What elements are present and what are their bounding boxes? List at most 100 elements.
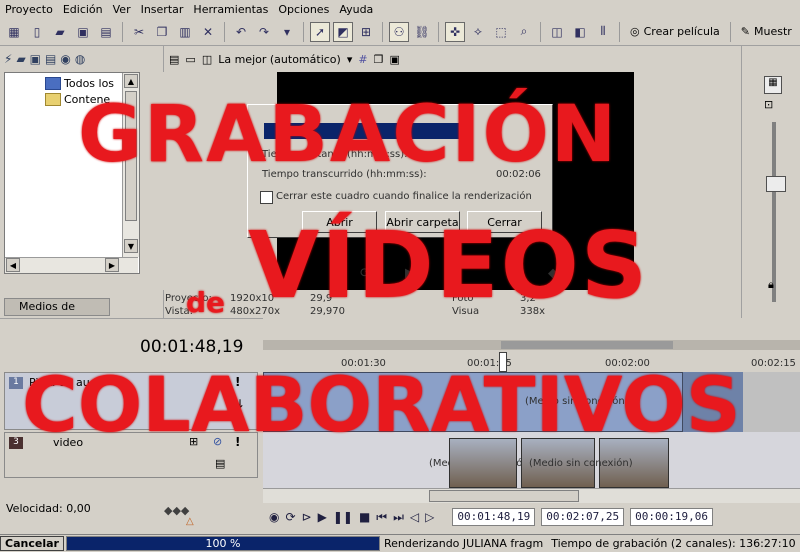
new-project-icon[interactable]: ▦ xyxy=(4,22,24,42)
record-icon[interactable]: ◉ xyxy=(269,510,279,524)
envelope-tool-icon[interactable]: ◩ xyxy=(333,21,353,42)
region-icon[interactable]: ◧ xyxy=(570,22,590,42)
overlay-title-line3: COLABORATIVOS xyxy=(22,360,741,449)
tree-item-all[interactable]: Todos los xyxy=(45,77,119,90)
go-to-start-icon[interactable]: ⏮ xyxy=(376,510,387,525)
track-lane-1-empty xyxy=(743,372,800,432)
snapping-icon[interactable]: ✜ xyxy=(445,21,465,42)
close-when-done-checkbox[interactable] xyxy=(260,191,273,204)
show-label: Muestr xyxy=(754,25,792,38)
timecode-end[interactable]: 00:02:07,25 xyxy=(541,508,625,526)
transport-bar: ◉ ⟳ ⊳ ▶ ❚❚ ■ ⏮ ⏭ ◁ ▷ 00:01:48,19 00:02:0… xyxy=(263,505,800,529)
pause-icon[interactable]: ❚❚ xyxy=(333,510,353,524)
menu-herramientas[interactable]: Herramientas xyxy=(188,3,273,16)
overlay-title-line1: GRABACIÓN xyxy=(78,90,619,180)
timecode-length[interactable]: 00:00:19,06 xyxy=(630,508,713,526)
view-icon[interactable]: ▤ xyxy=(45,52,56,66)
save-snapshot-icon[interactable]: ▣ xyxy=(389,53,399,66)
zoom-icon[interactable]: ⌕ xyxy=(514,22,534,42)
delete-icon[interactable]: ✕ xyxy=(198,22,218,42)
scroll-left-icon[interactable]: ◀ xyxy=(6,258,20,272)
scroll-right-icon[interactable]: ▶ xyxy=(105,258,119,272)
normal-edit-tool-icon[interactable]: ➚ xyxy=(310,21,330,42)
speed-label: Velocidad: 0,00 xyxy=(6,502,91,515)
save-icon[interactable]: ▣ xyxy=(73,22,93,42)
composite-icon[interactable]: ▤ xyxy=(215,457,225,470)
main-toolbar: ▦ ▯ ▰ ▣ ▤ ✂ ❐ ▥ ✕ ↶ ↷ ▾ ➚ ◩ ⊞ ⚇ ⛓ ✜ ⟡ ⬚ … xyxy=(0,18,800,46)
render-status-text: Renderizando JULIANA fragm xyxy=(384,537,544,550)
monitor-icon[interactable]: ▭ xyxy=(185,53,195,66)
history-icon[interactable]: ▾ xyxy=(277,22,297,42)
cd-icon[interactable]: ◉ xyxy=(60,52,70,66)
shuttle-pointer-icon[interactable]: △ xyxy=(186,516,194,527)
timecode-current[interactable]: 00:01:48,19 xyxy=(452,508,536,526)
menu-ver[interactable]: Ver xyxy=(108,3,136,16)
chevron-down-icon[interactable]: ▾ xyxy=(347,53,353,66)
ruler-label: 00:02:15 xyxy=(751,358,796,369)
quality-select[interactable]: La mejor (automático) xyxy=(218,53,341,66)
undo-icon[interactable]: ↶ xyxy=(231,22,251,42)
cut-icon[interactable]: ✂ xyxy=(129,22,149,42)
volume-fader-thumb[interactable] xyxy=(766,176,786,192)
marker-icon[interactable]: ◫ xyxy=(547,22,567,42)
menu-bar: Proyecto Edición Ver Insertar Herramient… xyxy=(0,0,800,18)
split-icon[interactable]: ⫴ xyxy=(593,22,613,42)
tree-hscrollbar[interactable]: ◀ ▶ xyxy=(5,257,138,273)
lock-icon[interactable]: ⛓ xyxy=(412,22,432,42)
next-frame-icon[interactable]: ▷ xyxy=(425,510,434,524)
grid-icon[interactable]: # xyxy=(358,53,367,66)
brush-icon: ✎ xyxy=(740,25,750,38)
auto-crossfade-icon[interactable]: ⟡ xyxy=(468,22,488,42)
show-button[interactable]: ✎ Muestr xyxy=(737,22,796,42)
folder-icon xyxy=(45,93,61,106)
scroll-up-icon[interactable]: ▲ xyxy=(124,74,138,88)
render-movie-button[interactable]: ◎ Crear película xyxy=(626,22,724,42)
status-progress: 100 % xyxy=(66,536,380,551)
go-to-end-icon[interactable]: ⏭ xyxy=(393,510,404,525)
timeline-hscrollbar[interactable] xyxy=(263,488,800,503)
timeline-scroll-thumb[interactable] xyxy=(429,490,579,502)
status-bar: Cancelar 100 % Renderizando JULIANA frag… xyxy=(0,534,800,552)
auto-ripple-icon[interactable]: ⚇ xyxy=(389,21,409,42)
tab-project-media[interactable]: Medios de proye xyxy=(4,298,110,329)
menu-edicion[interactable]: Edición xyxy=(58,3,108,16)
preview-properties-icon[interactable]: ▤ xyxy=(169,53,179,66)
redo-icon[interactable]: ↷ xyxy=(254,22,274,42)
cancel-button[interactable]: Cancelar xyxy=(0,536,64,551)
mixer-channel-icon[interactable]: ⊡ xyxy=(764,98,773,111)
import-icon[interactable]: ⚡ xyxy=(4,52,12,66)
loop-icon[interactable]: ⟳ xyxy=(285,510,295,524)
menu-ayuda[interactable]: Ayuda xyxy=(334,3,378,16)
menu-opciones[interactable]: Opciones xyxy=(273,3,334,16)
track-number: 3 xyxy=(9,437,23,449)
mixer-panel: ▦ ⊡ 🔒︎ xyxy=(741,46,800,318)
copy-snapshot-icon[interactable]: ❐ xyxy=(374,53,384,66)
selection-tool-icon[interactable]: ⊞ xyxy=(356,22,376,42)
play-icon[interactable]: ▶ xyxy=(318,510,327,524)
track-number: 1 xyxy=(9,377,23,389)
quality-dropdown-icon[interactable]: ◫ xyxy=(202,53,212,66)
loop-region[interactable] xyxy=(501,341,673,349)
folder-open-icon[interactable]: ▰ xyxy=(16,52,25,66)
play-from-start-icon[interactable]: ⊳ xyxy=(302,510,312,524)
overlay-title-de: de xyxy=(186,286,226,319)
prev-frame-icon[interactable]: ◁ xyxy=(410,510,419,524)
stop-icon[interactable]: ■ xyxy=(359,510,370,524)
lock-icon[interactable]: 🔒︎ xyxy=(768,278,774,292)
web-icon[interactable]: ◍ xyxy=(75,52,85,66)
properties-icon[interactable]: ▤ xyxy=(96,22,116,42)
select-icon[interactable]: ⬚ xyxy=(491,22,511,42)
film-icon: ◎ xyxy=(630,25,640,38)
mixer-settings-icon[interactable]: ▦ xyxy=(764,76,782,94)
open-icon[interactable]: ▰ xyxy=(50,22,70,42)
menu-insertar[interactable]: Insertar xyxy=(136,3,189,16)
record-time-text: Tiempo de grabación (2 canales): 136:27:… xyxy=(551,537,796,550)
copy-icon[interactable]: ❐ xyxy=(152,22,172,42)
new-file-icon[interactable]: ▯ xyxy=(27,22,47,42)
paste-icon[interactable]: ▥ xyxy=(175,22,195,42)
scroll-down-icon[interactable]: ▼ xyxy=(124,239,138,253)
status-progress-label: 100 % xyxy=(205,537,241,550)
menu-proyecto[interactable]: Proyecto xyxy=(0,3,58,16)
folder-icon xyxy=(45,77,61,90)
capture-icon[interactable]: ▣ xyxy=(30,52,41,66)
